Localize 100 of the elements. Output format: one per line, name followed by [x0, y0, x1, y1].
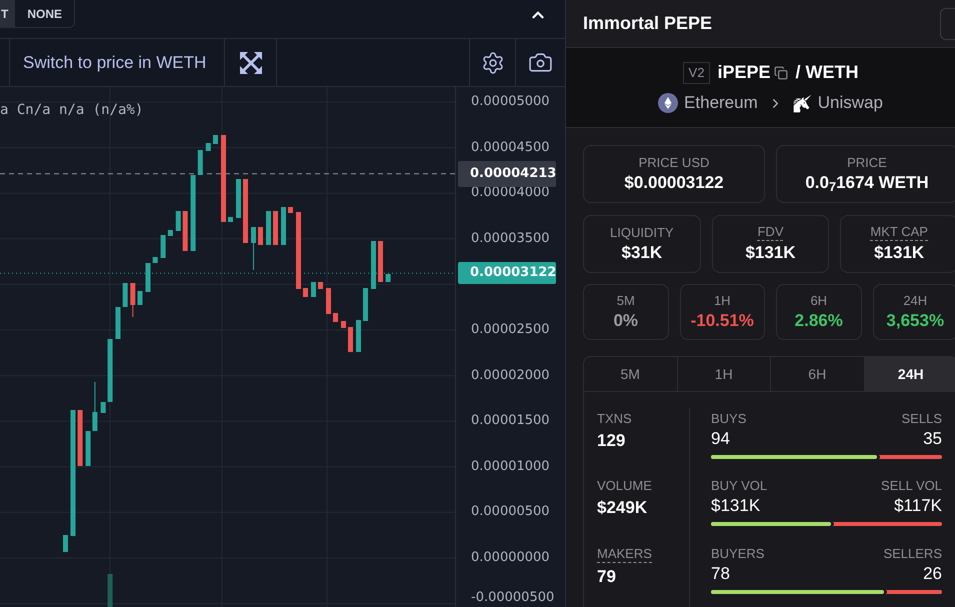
price-axis-label: 0.00003500: [471, 230, 550, 248]
candle: [363, 288, 368, 321]
period-tab[interactable]: 1H: [678, 357, 771, 391]
candle: [206, 143, 211, 151]
candle: [341, 321, 346, 328]
mode-toggle-button[interactable]: T: [0, 0, 16, 27]
candle: [386, 274, 391, 282]
buy-value: 78: [711, 562, 730, 585]
last-price-label: 0.00003122: [458, 262, 556, 284]
sell-label: SELL VOL: [881, 477, 942, 494]
card-value: 0.0$_{7}$1674 WETH: [805, 172, 929, 194]
period-tab[interactable]: 5M: [584, 357, 678, 391]
stat-label: VOLUME: [597, 477, 652, 494]
buy-value: $131K: [711, 495, 760, 518]
unicorn-icon: [792, 94, 812, 112]
stat-value: 79: [597, 566, 616, 588]
candle: [273, 211, 278, 245]
candle: [100, 402, 106, 413]
candle: [243, 179, 248, 243]
quote-token: / WETH: [795, 61, 858, 84]
card-label: 5M: [616, 292, 635, 308]
candle: [326, 288, 331, 314]
candle: [198, 150, 203, 175]
volume-bar: [108, 574, 113, 607]
base-token: iPEPE: [717, 61, 770, 84]
price-axis-label: 0.00000500: [471, 503, 550, 522]
chain-name: Ethereum: [684, 92, 758, 114]
candle: [116, 307, 120, 339]
candle: [182, 211, 188, 251]
candle: [311, 282, 316, 297]
card-label: 24H: [903, 292, 928, 308]
card-value: $131K: [745, 242, 796, 264]
chart-legend: a Cn/a n/a (n/a%): [0, 100, 144, 120]
candle: [176, 211, 181, 231]
candle: [303, 288, 308, 297]
price-axis-label: -0.00000500: [471, 589, 554, 607]
card-label: 1H: [714, 292, 731, 308]
buy-label: BUYS: [711, 410, 746, 427]
price-axis-label: 0.00004500: [471, 138, 550, 157]
sell-label: SELLERS: [883, 544, 942, 562]
dex-name: Uniswap: [818, 92, 883, 114]
candle: [318, 282, 323, 289]
price-axis-label: 0.00002500: [471, 321, 550, 339]
candle: [130, 283, 136, 318]
token-title: Immortal PEPE: [583, 12, 712, 35]
candle: [288, 207, 293, 213]
switch-price-button[interactable]: Switch to price in WETH: [10, 39, 225, 86]
candle: [356, 320, 361, 352]
candle: [108, 339, 113, 402]
candle: [213, 135, 218, 144]
candle: [348, 327, 353, 352]
copy-icon[interactable]: [774, 66, 788, 80]
sell-value: $117K: [894, 495, 942, 518]
stat-label: TXNS: [597, 410, 632, 427]
card-label: PRICE: [847, 154, 887, 170]
candle: [122, 283, 128, 307]
candle: [228, 217, 233, 222]
settings-icon: [480, 50, 504, 74]
fullscreen-icon: [240, 52, 262, 74]
card-label: FDV: [757, 223, 784, 241]
stat-label: MAKERS: [597, 544, 652, 563]
price-axis-label: 0.00000000: [471, 549, 550, 567]
crosshair-price-label: 0.00004213: [458, 160, 556, 187]
price-axis-label: 0.00001500: [471, 412, 550, 430]
candle: [160, 235, 166, 258]
buy-value: 94: [711, 428, 730, 450]
candle: [266, 211, 271, 245]
price-axis-label: 0.00005000: [471, 93, 550, 111]
price-axis-label: 0.00004000: [471, 184, 550, 202]
card-label: 6H: [810, 292, 828, 308]
card-value: $31K: [622, 242, 662, 264]
card-label: PRICE USD: [638, 154, 710, 170]
candle: [168, 230, 173, 236]
period-tab[interactable]: 24H: [864, 357, 955, 391]
card-value: $131K: [874, 242, 924, 264]
stat-value: $249K: [597, 497, 648, 520]
price-axis-label: 0.00002000: [471, 366, 550, 385]
card-value: $0.00003122: [624, 172, 724, 194]
candle: [371, 241, 376, 289]
stat-value: 129: [597, 430, 626, 452]
card-label: LIQUIDITY: [610, 224, 674, 240]
sell-value: 35: [923, 428, 942, 450]
candle: [138, 291, 142, 305]
version-badge: V2: [682, 62, 710, 84]
sell-value: 26: [923, 562, 942, 585]
card-value: -10.51%: [690, 310, 754, 332]
candle: [63, 535, 68, 552]
sell-label: SELLS: [902, 410, 942, 427]
card-value: 0%: [613, 310, 638, 332]
candle: [281, 207, 286, 245]
candle: [378, 241, 383, 282]
candle: [146, 263, 150, 292]
candle: [152, 257, 158, 263]
candle: [333, 313, 338, 322]
candle: [78, 410, 83, 466]
candle: [258, 227, 263, 245]
buy-label: BUYERS: [711, 544, 764, 562]
buy-label: BUY VOL: [711, 477, 768, 494]
candle: [251, 227, 256, 270]
card-value: 3,653%: [886, 310, 944, 332]
